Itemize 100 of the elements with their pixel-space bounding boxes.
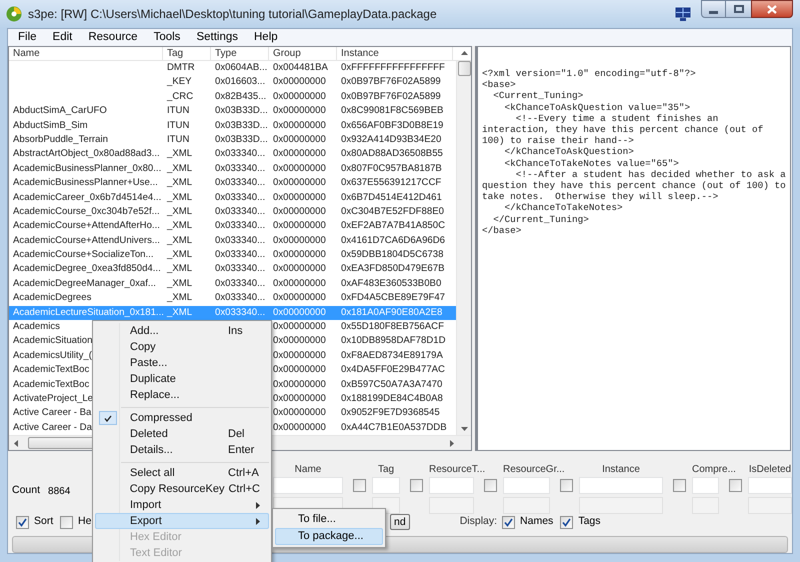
code-line: </Current_Tuning> bbox=[492, 214, 590, 225]
checkbox-label: Names bbox=[520, 514, 554, 530]
table-cell: 0x00000000 bbox=[273, 335, 326, 346]
table-cell: 0x033340... bbox=[215, 192, 266, 203]
table-cell: 0x00000000 bbox=[273, 422, 326, 433]
table-cell: AbductSimB_Sim bbox=[13, 120, 88, 131]
table-cell: 0xAF483E360533B0B0 bbox=[341, 278, 442, 289]
table-cell: 0x033340... bbox=[215, 220, 266, 232]
table-cell: 0x4161D7CA6D6A96D6 bbox=[341, 234, 445, 246]
code-line: question they have this percent chance (out of 100) to bbox=[482, 180, 787, 192]
code-line: <kChanceToAskQuestion value="35"> bbox=[504, 102, 692, 113]
table-cell: _XML bbox=[167, 162, 192, 174]
checkbox-label: Sort bbox=[34, 514, 54, 530]
table-cell: _XML bbox=[167, 206, 192, 217]
table-cell: 0x033340... bbox=[215, 263, 266, 274]
filter-label: IsDeleted bbox=[748, 464, 792, 475]
table-cell: _XML bbox=[167, 292, 192, 304]
table-cell: AcademicCourse+AttendAfterHo... bbox=[13, 220, 160, 232]
table-cell: _KEY bbox=[167, 76, 192, 88]
table-cell: 0x00000000 bbox=[273, 234, 326, 246]
code-line: <base> bbox=[482, 79, 517, 90]
table-cell: 0xFFFFFFFFFFFFFFFF bbox=[341, 62, 445, 73]
table-cell: AcademicDegreeManager_0xaf... bbox=[13, 278, 156, 289]
table-cell: 0x55D180F8EB756ACF bbox=[341, 321, 444, 332]
table-cell: 0x00000000 bbox=[273, 162, 326, 174]
table-cell: 0x59DBB1804D5C6738 bbox=[341, 249, 444, 260]
table-cell: 0x0604AB... bbox=[215, 62, 268, 73]
table-cell: Active Career - Ba bbox=[13, 407, 92, 418]
table-cell: 0x03B33D... bbox=[215, 120, 268, 131]
code-line: take notes. Otherwise they will sleep.--> bbox=[482, 191, 720, 202]
table-cell: 0x6B7D4514E412D461 bbox=[341, 192, 442, 203]
table-cell: 0xEA3FD850D479E67B bbox=[341, 263, 444, 274]
table-cell: 0x033340... bbox=[215, 162, 266, 174]
table-cell: 0x4DA5FF0E29B477AC bbox=[341, 364, 445, 376]
table-cell: 0x188199DE84C4B0A8 bbox=[341, 392, 443, 404]
table-cell: 0x637E556391217CCF bbox=[341, 177, 442, 188]
table-cell: Active Career - Da bbox=[13, 422, 92, 433]
table-cell: 0x00000000 bbox=[273, 278, 326, 289]
table-cell: AcademicsUtility_( bbox=[13, 350, 92, 361]
table-cell: 0x00000000 bbox=[273, 306, 326, 318]
table-cell: 0x00000000 bbox=[273, 292, 326, 304]
table-cell: 0xC304B7E52FDF88E0 bbox=[341, 206, 444, 217]
table-cell: 0x0B97BF76F02A5899 bbox=[341, 90, 441, 102]
filter-label: Instance bbox=[602, 464, 640, 475]
table-cell: 0x00000000 bbox=[273, 249, 326, 260]
display-label: Display: bbox=[460, 514, 498, 530]
table-cell: 0x03B33D... bbox=[215, 105, 268, 116]
filter-label: Compre... bbox=[692, 464, 736, 475]
table-cell: AbstractArtObject_0x80ad88ad3... bbox=[13, 148, 160, 160]
filter-label: ResourceT... bbox=[429, 464, 486, 475]
table-cell: AcademicDegrees bbox=[13, 292, 92, 304]
code-line: <!--Every time a student finishes an bbox=[514, 112, 720, 124]
table-cell: 0xEF2AB7A7B41A850C bbox=[341, 220, 445, 232]
table-cell: _XML bbox=[167, 177, 192, 188]
table-cell: _XML bbox=[167, 306, 192, 318]
table-cell: AcademicBusinessPlanner_0x80... bbox=[13, 162, 162, 174]
table-cell: 0x00000000 bbox=[273, 350, 326, 361]
table-cell: 0x00000000 bbox=[273, 192, 326, 203]
table-cell: 0x932A414D93B34E20 bbox=[341, 134, 442, 145]
table-cell: _XML bbox=[167, 234, 192, 246]
table-cell: ITUN bbox=[167, 120, 190, 131]
code-line: <?xml version="1.0" encoding="utf-8"?> bbox=[482, 68, 697, 80]
table-cell: 0x807F0C957BA8187B bbox=[341, 162, 442, 174]
table-cell: AcademicDegree_0xea3fd850d4... bbox=[13, 263, 161, 274]
table-cell: 0x00000000 bbox=[273, 76, 326, 88]
table-cell: 0x033340... bbox=[215, 177, 266, 188]
table-cell: ITUN bbox=[167, 105, 190, 116]
table-cell: 0x016603... bbox=[215, 76, 266, 88]
code-line: interaction, they have this percent chance (out of bbox=[482, 124, 764, 136]
table-cell: 0x80AD88AD36508B55 bbox=[341, 148, 443, 160]
table-cell: AcademicBusinessPlanner+Use... bbox=[13, 177, 158, 188]
table-cell: AbductSimA_CarUFO bbox=[13, 105, 107, 116]
count-label: Count bbox=[12, 483, 40, 498]
code-line: </base> bbox=[482, 224, 522, 236]
table-cell: 0x00000000 bbox=[273, 206, 326, 217]
table-cell: 0x033340... bbox=[215, 148, 266, 160]
table-cell: 0x9052F9E7D9368545 bbox=[341, 407, 440, 418]
table-cell: 0x00000000 bbox=[273, 364, 326, 376]
table-cell: 0x00000000 bbox=[273, 220, 326, 232]
checkbox-label: He bbox=[78, 514, 92, 530]
table-cell: AcademicCareer_0x6b7d4514e4... bbox=[13, 192, 162, 203]
code-line: </kChanceToAskQuestion> bbox=[504, 146, 635, 158]
table-cell: 0x00000000 bbox=[273, 321, 326, 332]
table-cell: 0x033340... bbox=[215, 206, 266, 217]
filter-label: Tag bbox=[378, 464, 394, 475]
count-value: 8864 bbox=[48, 484, 70, 498]
table-cell: 0xF8AED8734E89179A bbox=[341, 350, 443, 361]
table-cell: 0xA44C7B1E0A537DDB bbox=[341, 422, 447, 433]
code-line: <!--After a student has decided whether to ask a bbox=[514, 168, 787, 180]
table-cell: _XML bbox=[167, 278, 192, 289]
table-cell: 0x00000000 bbox=[273, 407, 326, 418]
table-cell: ActivateProject_Le bbox=[13, 392, 93, 404]
table-cell: 0xB597C50A7A3A7470 bbox=[341, 378, 442, 390]
table-cell: 0x00000000 bbox=[273, 105, 326, 116]
code-line: <Current_Tuning> bbox=[492, 90, 584, 102]
table-cell: AcademicCourse+AttendUnivers... bbox=[13, 234, 160, 246]
table-cell: 0x82B435... bbox=[215, 90, 266, 102]
filter-label: Name bbox=[294, 464, 322, 475]
table-cell: 0x033340... bbox=[215, 292, 266, 304]
table-cell: 0x00000000 bbox=[273, 177, 326, 188]
